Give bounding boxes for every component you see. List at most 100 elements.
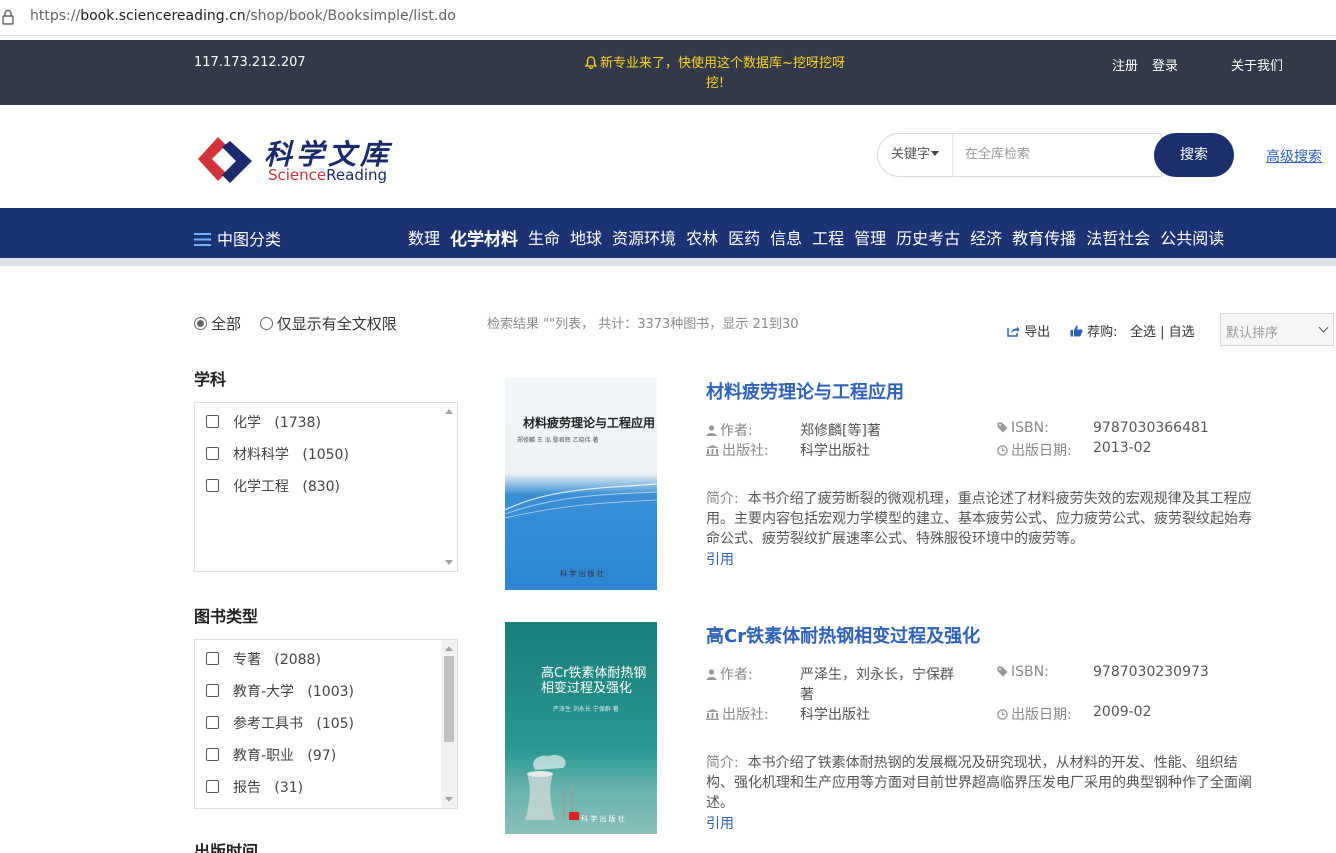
scrollbar-thumb[interactable]	[444, 656, 454, 742]
radio-unchecked[interactable]	[259, 317, 273, 330]
cite-link[interactable]: 引用	[706, 549, 734, 569]
author-value[interactable]: 严泽生，刘永长，宁保群	[800, 664, 954, 684]
book-title-link[interactable]: 材料疲劳理论与工程应用	[706, 378, 904, 404]
scope-fulltext-option[interactable]: 仅显示有全文权限	[259, 315, 397, 333]
advanced-search-link[interactable]: 高级搜索	[1266, 146, 1322, 166]
publisher-logo-icon	[569, 812, 579, 820]
subject-item[interactable]: 化学工程 (830)	[195, 472, 457, 504]
sort-select[interactable]: 默认排序	[1220, 313, 1334, 346]
book-type-item[interactable]: 参考工具书 (105)	[195, 709, 457, 741]
nav-item-management[interactable]: 管理	[854, 225, 886, 250]
checkbox[interactable]	[206, 415, 219, 428]
book-abstract: 简介: 本书介绍了铁素体耐热钢的发展概况及研究现状，从材料的开发、性能、组织结 …	[706, 755, 1252, 811]
nav-item-life[interactable]: 生命	[528, 225, 560, 250]
tag-icon	[997, 666, 1008, 677]
subject-item[interactable]: 材料科学 (1050)	[195, 440, 457, 472]
cover-wave-graphic	[505, 483, 657, 519]
publisher-value[interactable]: 科学出版社	[800, 440, 870, 460]
top-bar: 117.173.212.207 新专业来了，快使用这个数据库~挖呀挖呀挖! 注册…	[0, 40, 1336, 105]
login-link[interactable]: 登录	[1152, 55, 1178, 74]
scrollbar[interactable]	[441, 403, 457, 571]
book-result-item: 高Cr铁素体耐热钢 相变过程及强化 严泽生 刘永长 宁保群 著 科 学 出 版 社…	[505, 622, 1335, 842]
about-us-link[interactable]: 关于我们	[1231, 55, 1283, 74]
nav-item-information[interactable]: 信息	[770, 225, 802, 250]
register-link[interactable]: 注册	[1112, 55, 1138, 74]
nav-item-history-archaeology[interactable]: 历史考古	[896, 225, 960, 250]
nav-item-public-reading[interactable]: 公共阅读	[1160, 225, 1224, 250]
browser-address-bar[interactable]: https://book.sciencereading.cn/shop/book…	[0, 0, 1336, 36]
chevron-down-icon	[1318, 322, 1329, 333]
checkbox[interactable]	[206, 447, 219, 460]
institution-icon	[706, 709, 719, 720]
search-scope-dropdown[interactable]: 关键字	[877, 133, 953, 177]
category-menu-button[interactable]: 中图分类	[194, 226, 281, 250]
book-cover[interactable]: 高Cr铁素体耐热钢 相变过程及强化 严泽生 刘永长 宁保群 著 科 学 出 版 社	[505, 622, 657, 834]
caret-down-icon	[931, 151, 940, 156]
checkbox[interactable]	[206, 684, 219, 697]
isbn-value: 9787030366481	[1093, 420, 1209, 436]
nav-item-math-physics[interactable]: 数理	[408, 225, 440, 250]
bell-icon	[585, 56, 598, 69]
recommend-purchase: 荐购: 全选 | 自选	[1070, 321, 1195, 340]
export-icon	[1007, 326, 1020, 337]
book-type-item[interactable]: 教育-职业 (97)	[195, 741, 457, 773]
book-title-link[interactable]: 高Cr铁素体耐热钢相变过程及强化	[706, 622, 980, 648]
nav-item-medicine[interactable]: 医药	[728, 225, 760, 250]
nav-item-economics[interactable]: 经济	[970, 225, 1002, 250]
book-type-facet-title: 图书类型	[194, 607, 259, 626]
export-button[interactable]: 导出	[1007, 321, 1050, 340]
scroll-up-arrow-icon[interactable]	[445, 646, 453, 651]
book-type-item[interactable]: 专著 (2088)	[195, 645, 457, 677]
scroll-down-arrow-icon[interactable]	[445, 560, 453, 565]
author-value[interactable]: 郑修麟[等]著	[800, 420, 881, 440]
url-text[interactable]: https://book.sciencereading.cn/shop/book…	[30, 8, 456, 24]
cite-link[interactable]: 引用	[706, 813, 734, 833]
search-button[interactable]: 搜索	[1154, 133, 1234, 177]
site-logo[interactable]: 科学文库 ScienceReading	[194, 133, 394, 189]
result-summary: 检索结果 ""列表， 共计：3373种图书，显示 21到30	[487, 317, 799, 332]
nav-item-education-communication[interactable]: 教育传播	[1012, 225, 1076, 250]
nav-item-law-philosophy-society[interactable]: 法哲社会	[1086, 225, 1150, 250]
user-icon	[706, 425, 717, 436]
checkbox[interactable]	[206, 652, 219, 665]
subject-item[interactable]: 化学 (1738)	[195, 408, 457, 440]
checkbox[interactable]	[206, 716, 219, 729]
isbn-field: ISBN:	[997, 664, 1049, 680]
pub-date-value: 2013-02	[1093, 440, 1152, 456]
scope-filter: 全部 仅显示有全文权限	[194, 313, 397, 334]
scrollbar[interactable]	[441, 640, 457, 808]
notice-text[interactable]: 新专业来了，快使用这个数据库~挖呀挖呀挖!	[580, 54, 850, 94]
checkbox[interactable]	[206, 780, 219, 793]
book-cover[interactable]: 材料疲劳理论与工程应用 郑修麟 王 泓 鄢君辉 乙晓伟 著 科 学 出 版 社	[505, 378, 657, 590]
nav-item-agriculture-forestry[interactable]: 农林	[686, 225, 718, 250]
nav-item-chemistry-materials[interactable]: 化学材料	[450, 225, 518, 250]
cooling-tower-graphic	[525, 754, 573, 820]
author-value-cont: 著	[800, 687, 814, 703]
subject-facet-list: 化学 (1738) 材料科学 (1050) 化学工程 (830)	[194, 402, 458, 572]
scroll-up-arrow-icon[interactable]	[445, 409, 453, 414]
select-all-link[interactable]: 全选	[1130, 325, 1156, 340]
scope-all-option[interactable]: 全部	[194, 315, 241, 333]
subject-facet-title: 学科	[194, 370, 227, 389]
lock-icon	[2, 9, 14, 25]
pub-date-field: 出版日期:	[997, 704, 1072, 724]
search-input[interactable]: 在全库检索	[952, 133, 1162, 177]
nav-item-earth[interactable]: 地球	[570, 225, 602, 250]
ip-address: 117.173.212.207	[194, 55, 306, 70]
logo-mark-icon	[198, 137, 252, 183]
checkbox[interactable]	[206, 748, 219, 761]
nav-item-engineering[interactable]: 工程	[812, 225, 844, 250]
radio-checked[interactable]	[194, 317, 207, 330]
book-type-item[interactable]: 教育-大学 (1003)	[195, 677, 457, 709]
checkbox[interactable]	[206, 479, 219, 492]
book-type-facet-list: 专著 (2088) 教育-大学 (1003) 参考工具书 (105) 教育-职业…	[194, 639, 458, 809]
clock-icon	[997, 445, 1008, 456]
book-type-item[interactable]: 报告 (31)	[195, 773, 457, 805]
scroll-down-arrow-icon[interactable]	[445, 797, 453, 802]
nav-items: 数理 化学材料 生命 地球 资源环境 农林 医药 信息 工程 管理 历史考古 经…	[408, 225, 1234, 250]
publisher-value[interactable]: 科学出版社	[800, 704, 870, 724]
nav-item-resources-environment[interactable]: 资源环境	[612, 225, 676, 250]
book-result-item: 材料疲劳理论与工程应用 郑修麟 王 泓 鄢君辉 乙晓伟 著 科 学 出 版 社 …	[505, 378, 1335, 598]
self-select-link[interactable]: 自选	[1169, 325, 1195, 340]
isbn-value: 9787030230973	[1093, 664, 1209, 680]
